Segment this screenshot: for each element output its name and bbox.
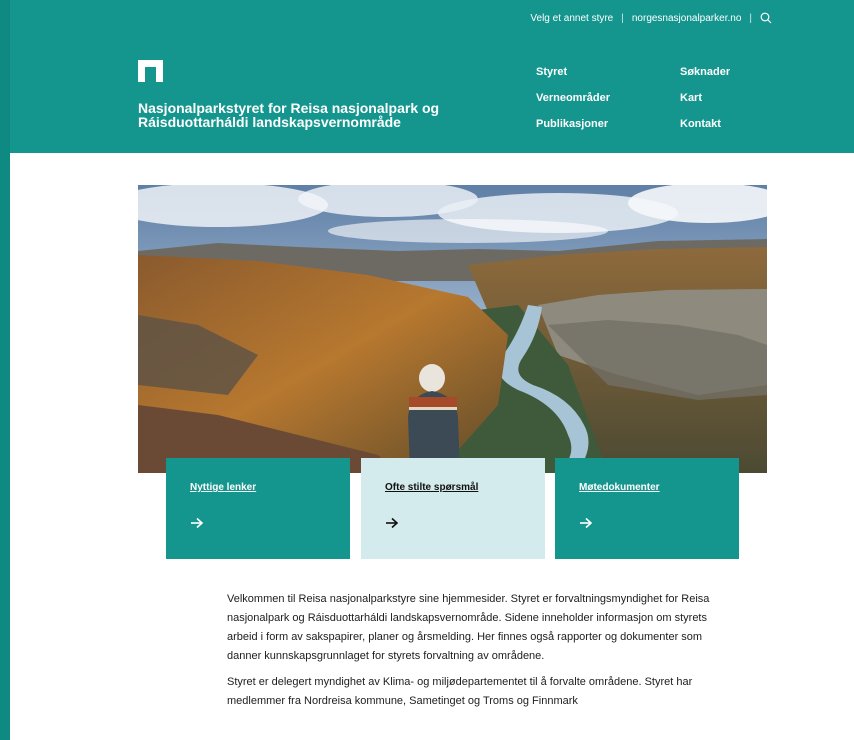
hero-image — [138, 185, 767, 473]
choose-board-link[interactable]: Velg et annet styre — [530, 13, 613, 24]
utility-bar: Velg et annet styre | norgesnasjonalpark… — [530, 12, 772, 24]
separator: | — [749, 12, 752, 24]
nasjonalpark-logo-icon[interactable] — [138, 60, 163, 82]
card-title: Ofte stilte spørsmål — [385, 482, 479, 493]
norgesnasjonalparker-link[interactable]: norgesnasjonalparker.no — [632, 13, 742, 24]
separator: | — [621, 12, 624, 24]
nav-item-soknader[interactable]: Søknader — [680, 66, 730, 78]
main-nav: Styret Søknader Verneområder Kart Publik… — [536, 66, 756, 136]
browser-page: Velg et annet styre | norgesnasjonalpark… — [10, 0, 854, 740]
search-icon[interactable] — [760, 12, 772, 24]
intro-paragraph: Styret er delegert myndighet av Klima- o… — [227, 676, 693, 707]
site-title[interactable]: Nasjonalparkstyret for Reisa nasjonalpar… — [138, 101, 478, 129]
card-motedokumenter[interactable]: Møtedokumenter — [555, 458, 739, 559]
site-header: Velg et annet styre | norgesnasjonalpark… — [10, 0, 854, 153]
nav-item-styret[interactable]: Styret — [536, 66, 567, 78]
intro-text: Velkommen til Reisa nasjonalparkstyre si… — [227, 590, 717, 718]
nav-item-kontakt[interactable]: Kontakt — [680, 118, 721, 130]
nav-item-verneomrader[interactable]: Verneområder — [536, 92, 610, 104]
nav-item-publikasjoner[interactable]: Publikasjoner — [536, 118, 608, 130]
nav-item-kart[interactable]: Kart — [680, 92, 702, 104]
card-ofte-stilte-sporsmal[interactable]: Ofte stilte spørsmål — [361, 458, 545, 559]
arrow-right-icon — [190, 516, 204, 529]
card-nyttige-lenker[interactable]: Nyttige lenker — [166, 458, 350, 559]
arrow-right-icon — [385, 516, 399, 529]
card-title: Nyttige lenker — [190, 482, 257, 493]
arrow-right-icon — [579, 516, 593, 529]
intro-paragraph: Velkommen til Reisa nasjonalparkstyre si… — [227, 593, 710, 662]
card-title: Møtedokumenter — [579, 482, 660, 493]
